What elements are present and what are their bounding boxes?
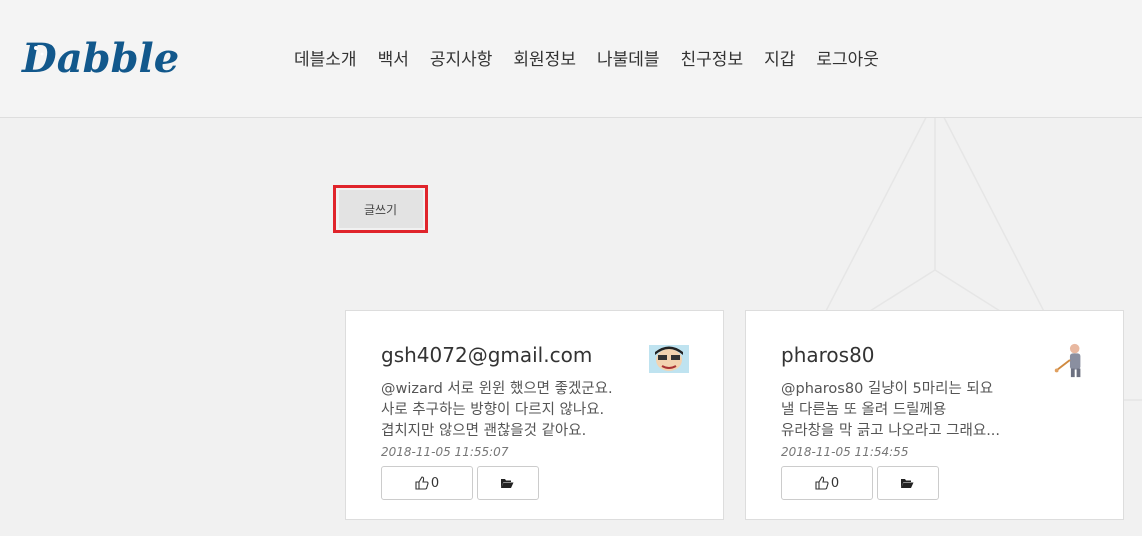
post-author[interactable]: pharos80 [781, 343, 875, 367]
post-line: 유라창을 막 긁고 나오라고 그래요... [781, 423, 1001, 439]
like-count: 0 [830, 475, 840, 491]
post-body: @pharos80 길냥이 5마리는 되요 낼 다른놈 또 올려 드릴께용 유라… [781, 379, 1081, 442]
dabble-logo[interactable]: Dabble [20, 34, 200, 82]
post-line: 사로 추구하는 방향이 다르지 않나요. [381, 402, 605, 418]
folder-button[interactable] [477, 466, 539, 500]
folder-open-icon [901, 479, 914, 488]
person-figure-avatar-icon[interactable] [1049, 341, 1089, 379]
like-button[interactable]: 0 [381, 466, 473, 500]
top-header: Dabble 데블소개 백서 공지사항 회원정보 나불데블 친구정보 지갑 로그… [0, 0, 1142, 118]
like-count: 0 [430, 475, 440, 491]
thumbs-up-icon [415, 476, 429, 490]
nav-item-wallet[interactable]: 지갑 [764, 48, 795, 72]
nav-item-friend-info[interactable]: 친구정보 [681, 48, 744, 72]
post-card: pharos80 @pharos80 길냥이 5마리는 되요 낼 다른놈 또 올… [745, 310, 1124, 520]
write-post-button[interactable]: 글쓰기 [338, 190, 423, 228]
post-line: @wizard 서로 윈윈 했으면 좋겠군요. [381, 381, 613, 397]
post-line: 낼 다른놈 또 올려 드릴께용 [781, 402, 947, 418]
main-nav: 데블소개 백서 공지사항 회원정보 나불데블 친구정보 지갑 로그아웃 [294, 48, 900, 72]
post-date: 2018-11-05 11:55:07 [381, 445, 509, 459]
nav-item-whitepaper[interactable]: 백서 [378, 48, 409, 72]
post-card: gsh4072@gmail.com @wizard 서로 윈윈 했으면 좋겠군요… [345, 310, 724, 520]
post-body: @wizard 서로 윈윈 했으면 좋겠군요. 사로 추구하는 방향이 다르지 … [381, 379, 681, 442]
thumbs-up-icon [815, 476, 829, 490]
folder-open-icon [501, 479, 514, 488]
like-button[interactable]: 0 [781, 466, 873, 500]
write-post-highlight: 글쓰기 [333, 185, 428, 233]
nav-item-nabul-dabble[interactable]: 나불데블 [597, 48, 660, 72]
anime-face-avatar-icon[interactable] [649, 345, 689, 373]
nav-item-member-info[interactable]: 회원정보 [513, 48, 576, 72]
post-author[interactable]: gsh4072@gmail.com [381, 343, 592, 367]
nav-item-logout[interactable]: 로그아웃 [816, 48, 879, 72]
nav-item-notice[interactable]: 공지사항 [430, 48, 493, 72]
folder-button[interactable] [877, 466, 939, 500]
post-date: 2018-11-05 11:54:55 [781, 445, 909, 459]
nav-item-about[interactable]: 데블소개 [294, 48, 357, 72]
svg-text:Dabble: Dabble [21, 35, 179, 80]
post-line: @pharos80 길냥이 5마리는 되요 [781, 381, 994, 397]
post-line: 겹치지만 않으면 괜찮을것 같아요. [381, 423, 587, 439]
